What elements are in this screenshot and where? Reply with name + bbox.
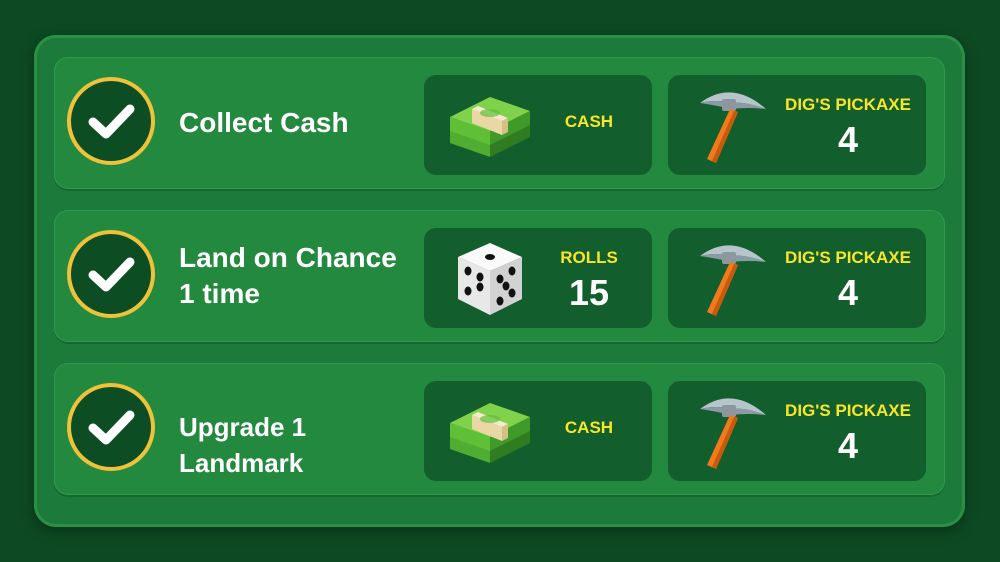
checkmark-icon (71, 234, 151, 314)
task-label: Collect Cash (179, 107, 349, 138)
reward-rolls: ROLLS 15 (424, 228, 652, 328)
pickaxe-icon (700, 92, 766, 163)
reward-label: DIG'S PICKAXE (785, 401, 911, 420)
pickaxe-icon (700, 398, 766, 469)
reward-value: 4 (837, 119, 859, 160)
reward-cash: CASH (424, 381, 652, 481)
task-panel: Collect Cash CASH DIG'S PICKAXE 4 Land o… (34, 35, 965, 527)
reward-cash: CASH (424, 75, 652, 175)
task-label: Land on Chance 1 time (179, 242, 397, 309)
reward-value: 4 (837, 272, 859, 313)
reward-pickaxe: DIG'S PICKAXE 4 (668, 381, 926, 481)
reward-label: DIG'S PICKAXE (785, 248, 911, 267)
cash-stack-icon (450, 97, 530, 157)
task-row: Land on Chance 1 time ROLLS 15 DIG'S PIC… (54, 210, 945, 342)
reward-value: 4 (837, 425, 859, 466)
dice-icon (458, 243, 522, 315)
reward-pickaxe: DIG'S PICKAXE 4 (668, 228, 926, 328)
reward-pickaxe: DIG'S PICKAXE 4 (668, 75, 926, 175)
reward-label: CASH (564, 112, 614, 131)
reward-value: 15 (568, 272, 610, 313)
reward-label: DIG'S PICKAXE (785, 95, 911, 114)
reward-label: ROLLS (560, 248, 618, 267)
checkmark-icon (71, 81, 151, 161)
task-row: Collect Cash CASH DIG'S PICKAXE 4 (54, 57, 945, 189)
reward-label: CASH (564, 418, 614, 437)
checkmark-icon (71, 387, 151, 467)
task-label: Upgrade 1 Landmark (179, 412, 307, 478)
task-row: Upgrade 1 Landmark CASH DIG'S PICKAXE 4 (54, 363, 945, 495)
pickaxe-icon (700, 245, 766, 316)
cash-stack-icon (450, 403, 530, 463)
